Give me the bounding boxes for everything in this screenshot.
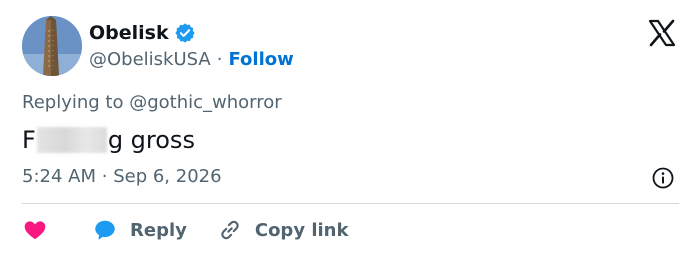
- post-date: Sep 6, 2026: [113, 166, 222, 187]
- divider: [22, 203, 679, 204]
- censored-blur: [36, 127, 107, 153]
- like-button[interactable]: [22, 217, 48, 243]
- author-handle[interactable]: @ObeliskUSA: [89, 49, 211, 70]
- post-time: 5:24 AM: [22, 166, 96, 187]
- reply-label: Reply: [130, 219, 187, 241]
- info-icon[interactable]: [651, 166, 675, 190]
- obelisk-avatar-image: [22, 16, 82, 76]
- replying-to-mention[interactable]: @gothic_whorror: [129, 92, 281, 113]
- action-bar: Reply Copy link: [22, 214, 348, 246]
- copy-link-button[interactable]: Copy link: [217, 217, 349, 243]
- follow-link[interactable]: Follow: [228, 49, 293, 70]
- speech-bubble-icon: [95, 220, 115, 240]
- replying-to-prefix: Replying to: [22, 92, 130, 113]
- post-text-start: F: [22, 126, 36, 154]
- verified-badge-icon: [174, 23, 195, 43]
- post-text-end: g gross: [107, 126, 195, 154]
- handle-separator: ·: [216, 48, 223, 70]
- author-display-name[interactable]: Obelisk: [89, 22, 169, 44]
- heart-icon: [24, 221, 46, 240]
- author-handle-row: @ObeliskUSA · Follow: [89, 47, 294, 71]
- post-timestamp[interactable]: 5:24 AM · Sep 6, 2026: [22, 166, 222, 187]
- embedded-post-card: Obelisk @ObeliskUSA · Follow Replying to…: [0, 0, 700, 256]
- author-name-row: Obelisk: [89, 20, 196, 46]
- reply-button[interactable]: Reply: [92, 217, 187, 243]
- avatar[interactable]: [22, 16, 82, 76]
- link-icon: [221, 220, 239, 240]
- x-logo-icon[interactable]: [647, 18, 677, 48]
- timestamp-separator: ·: [101, 166, 108, 187]
- post-text: Fg gross: [22, 124, 195, 156]
- copy-link-label: Copy link: [254, 219, 349, 241]
- replying-to-line: Replying to @gothic_whorror: [22, 92, 282, 113]
